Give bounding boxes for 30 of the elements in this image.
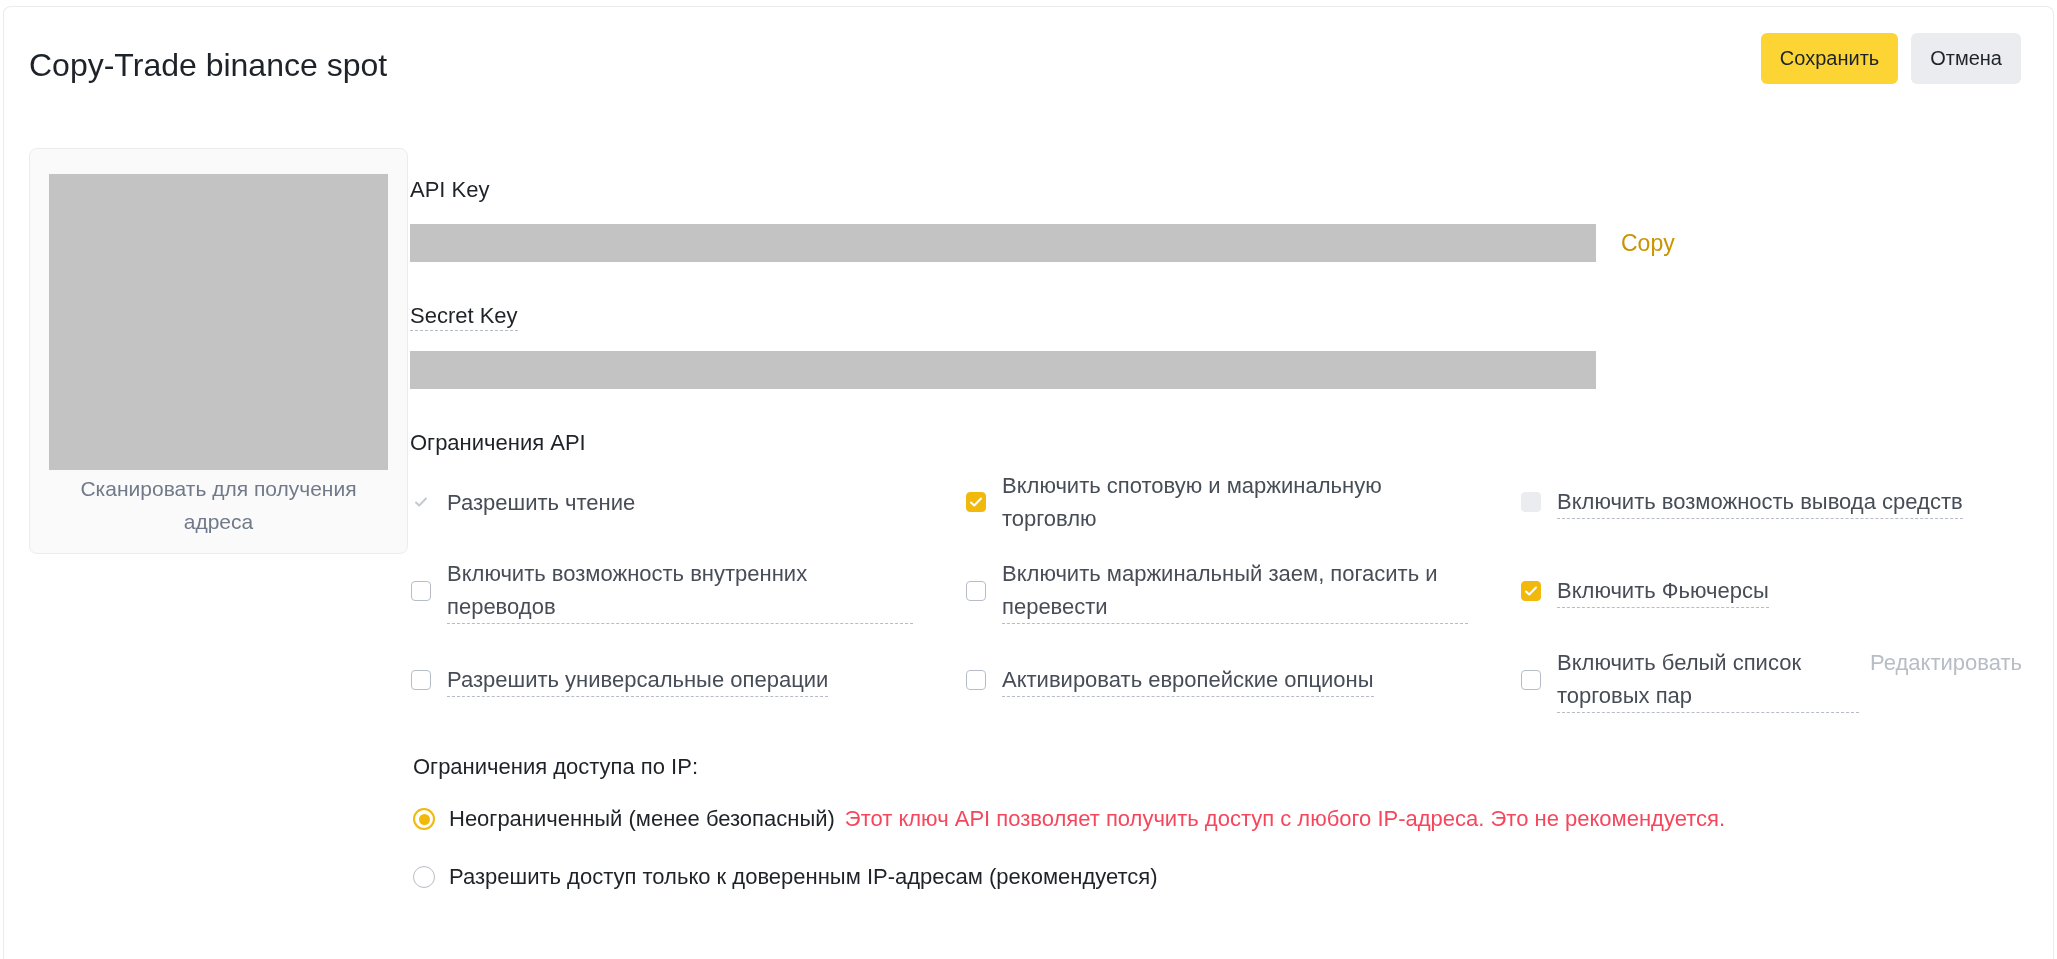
option-label: Включить белый список торговых пар: [1557, 646, 1859, 713]
option-label: Включить маржинальный заем, погасить и перевести: [1002, 557, 1468, 624]
masked-field[interactable]: [410, 224, 1596, 262]
checkbox[interactable]: [966, 669, 986, 690]
warning-text: Этот ключ API позволяет получить доступ с любого IP-адреса. Это не рекомендуется.: [844, 806, 1726, 832]
option-label: Разрешить доступ только к доверенным IP-адресам (рекомендуется): [449, 864, 1158, 890]
checkbox[interactable]: [411, 580, 431, 601]
option-label: Активировать европейские опционы: [1002, 662, 1374, 697]
section-title: Ограничения доступа по IP:: [413, 753, 700, 781]
option-label: Разрешить чтение: [447, 488, 636, 517]
cancel-button[interactable]: Отмена: [1911, 33, 2021, 84]
field-label: Secret Key: [410, 302, 518, 331]
section-title: Ограничения API: [410, 429, 587, 457]
option-label: Включить спотовую и маржинальную торговлю: [1002, 472, 1383, 533]
page-title: Copy-Trade binance spot: [29, 47, 388, 84]
option-label: Разрешить универсальные операции: [447, 662, 829, 697]
option-label: Включить Фьючерсы: [1557, 573, 1769, 608]
save-button[interactable]: Сохранить: [1760, 33, 1899, 84]
checkbox[interactable]: [966, 492, 986, 512]
qr-caption: Сканировать для получения адреса: [79, 476, 358, 535]
checkbox[interactable]: [966, 580, 986, 601]
option-label: Включить возможность внутренних переводов: [447, 557, 913, 624]
radio-button[interactable]: [413, 808, 435, 830]
option-label: Неограниченный (менее безопасный): [449, 806, 835, 832]
checkbox[interactable]: [1521, 669, 1541, 690]
masked-field[interactable]: [410, 351, 1596, 389]
checkbox[interactable]: [411, 669, 431, 690]
option-label: Включить возможность вывода средств: [1557, 485, 1963, 519]
field-label: API Key: [410, 176, 490, 204]
checkbox[interactable]: [1521, 580, 1541, 601]
